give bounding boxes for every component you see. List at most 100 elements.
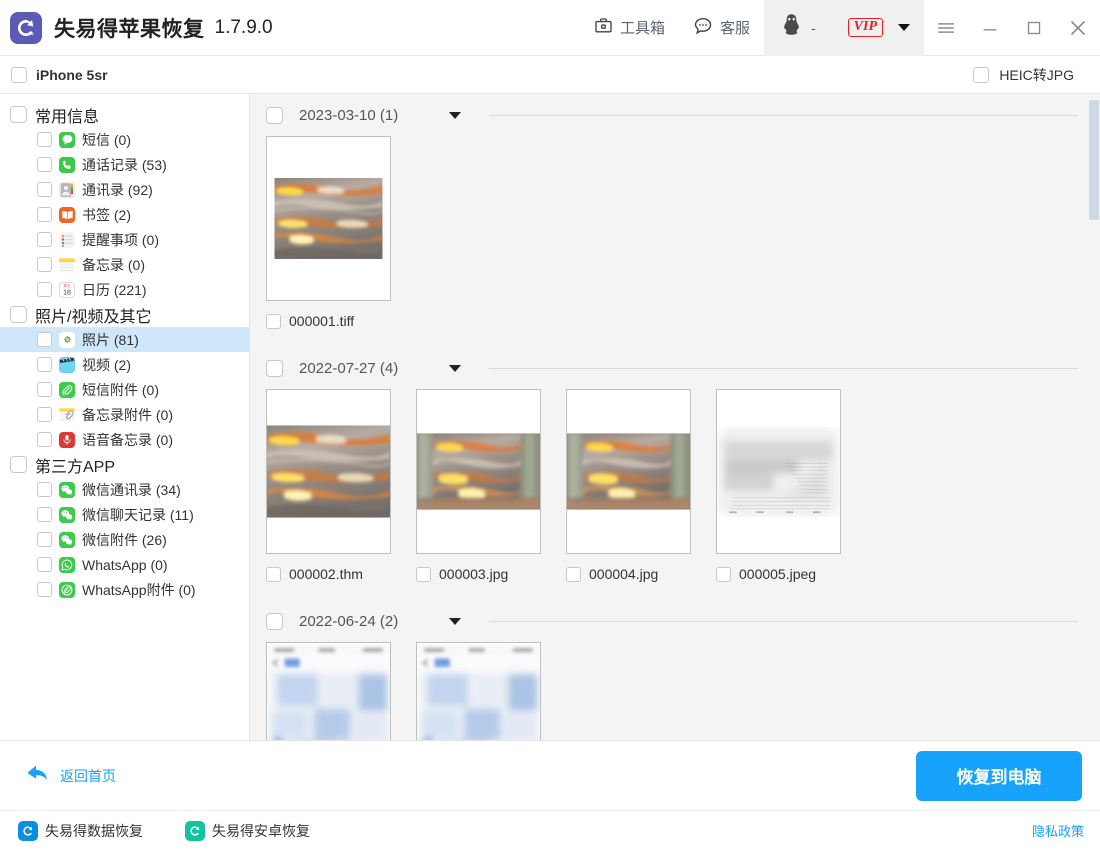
group-checkbox[interactable] xyxy=(10,106,27,123)
photo-checkbox[interactable] xyxy=(716,567,731,582)
photo-cell xyxy=(416,642,541,740)
support-label: 客服 xyxy=(720,17,750,38)
vip-badge[interactable]: VIP xyxy=(848,18,883,37)
device-checkbox[interactable] xyxy=(11,67,27,83)
photo-checkbox[interactable] xyxy=(566,567,581,582)
sidebar: 常用信息 短信 (0) 通话记录 (53) xyxy=(0,94,250,740)
contacts-icon xyxy=(59,182,75,198)
item-checkbox[interactable] xyxy=(37,207,52,222)
group-checkbox[interactable] xyxy=(10,306,27,323)
vertical-scrollbar-track[interactable] xyxy=(1088,94,1100,740)
product-link-android-recovery[interactable]: 失易得安卓恢复 xyxy=(185,821,310,841)
sidebar-item-whatsapp[interactable]: WhatsApp (0) xyxy=(0,552,249,577)
item-checkbox[interactable] xyxy=(37,407,52,422)
sidebar-item-calendar[interactable]: 周五 18 日历 (221) xyxy=(0,277,249,302)
sidebar-item-wechat-contacts[interactable]: 微信通讯录 (34) xyxy=(0,477,249,502)
toolbox-icon xyxy=(594,16,613,39)
photo-filename-row: 000001.tiff xyxy=(266,311,391,331)
item-checkbox[interactable] xyxy=(37,232,52,247)
item-label: 微信附件 (26) xyxy=(82,530,167,550)
close-icon[interactable] xyxy=(1056,0,1100,56)
sidebar-group-media[interactable]: 照片/视频及其它 xyxy=(0,302,249,327)
sidebar-item-sms-attachment[interactable]: 短信附件 (0) xyxy=(0,377,249,402)
heic-convert-group[interactable]: HEIC转JPG xyxy=(973,65,1074,85)
sidebar-item-call-history[interactable]: 通话记录 (53) xyxy=(0,152,249,177)
back-home-button[interactable]: 返回首页 xyxy=(26,762,116,789)
bookmarks-icon xyxy=(59,207,75,223)
date-group-header[interactable]: 2023-03-10 (1) xyxy=(250,98,1100,132)
group-label: 第三方APP xyxy=(35,453,115,477)
item-checkbox[interactable] xyxy=(37,282,52,297)
photo-checkbox[interactable] xyxy=(266,567,281,582)
photo-thumbnail[interactable] xyxy=(266,642,391,740)
item-checkbox[interactable] xyxy=(37,507,52,522)
back-arrow-icon xyxy=(26,762,51,789)
sidebar-item-reminders[interactable]: 提醒事项 (0) xyxy=(0,227,249,252)
device-name: iPhone 5sr xyxy=(36,67,108,83)
photo-cell: 000005.jpeg xyxy=(716,389,841,584)
chevron-down-icon[interactable] xyxy=(449,112,461,119)
group-checkbox[interactable] xyxy=(10,456,27,473)
account-panel[interactable]: - VIP xyxy=(764,0,924,56)
date-group-header[interactable]: 2022-07-27 (4) xyxy=(250,351,1100,385)
recover-to-pc-button[interactable]: 恢复到电脑 xyxy=(916,751,1082,801)
heic-convert-checkbox[interactable] xyxy=(973,67,989,83)
item-checkbox[interactable] xyxy=(37,332,52,347)
sidebar-group-thirdparty[interactable]: 第三方APP xyxy=(0,452,249,477)
support-button[interactable]: 客服 xyxy=(679,0,764,56)
photo-thumbnail[interactable] xyxy=(266,136,391,301)
chevron-down-icon[interactable] xyxy=(449,618,461,625)
photo-thumbnail[interactable] xyxy=(716,389,841,554)
photo-checkbox[interactable] xyxy=(266,314,281,329)
svg-text:18: 18 xyxy=(63,289,71,296)
caret-down-icon[interactable] xyxy=(898,24,910,31)
account-name: - xyxy=(811,20,816,36)
wechat-icon xyxy=(59,507,75,523)
date-group-checkbox[interactable] xyxy=(266,107,283,124)
photo-thumbnail[interactable] xyxy=(566,389,691,554)
minimize-icon[interactable] xyxy=(968,0,1012,56)
sidebar-item-voice-memo[interactable]: 语音备忘录 (0) xyxy=(0,427,249,452)
item-checkbox[interactable] xyxy=(37,132,52,147)
sidebar-item-wechat-attachments[interactable]: 微信附件 (26) xyxy=(0,527,249,552)
item-checkbox[interactable] xyxy=(37,182,52,197)
photo-checkbox[interactable] xyxy=(416,567,431,582)
date-group-header[interactable]: 2022-06-24 (2) xyxy=(250,604,1100,638)
sidebar-item-video[interactable]: 视频 (2) xyxy=(0,352,249,377)
chevron-down-icon[interactable] xyxy=(449,365,461,372)
date-group-checkbox[interactable] xyxy=(266,360,283,377)
maximize-icon[interactable] xyxy=(1012,0,1056,56)
item-checkbox[interactable] xyxy=(37,257,52,272)
toolbox-button[interactable]: 工具箱 xyxy=(580,0,679,56)
item-checkbox[interactable] xyxy=(37,582,52,597)
sidebar-item-contacts[interactable]: 通讯录 (92) xyxy=(0,177,249,202)
item-checkbox[interactable] xyxy=(37,532,52,547)
sms-attachment-icon xyxy=(59,382,75,398)
photo-thumbnail[interactable] xyxy=(266,389,391,554)
sidebar-item-wechat-chats[interactable]: 微信聊天记录 (11) xyxy=(0,502,249,527)
body-area: 常用信息 短信 (0) 通话记录 (53) xyxy=(0,94,1100,740)
sidebar-item-notes[interactable]: 备忘录 (0) xyxy=(0,252,249,277)
product-link-data-recovery[interactable]: 失易得数据恢复 xyxy=(18,821,143,841)
window-controls xyxy=(924,0,1100,56)
item-checkbox[interactable] xyxy=(37,357,52,372)
photo-thumbnail[interactable] xyxy=(416,389,541,554)
item-checkbox[interactable] xyxy=(37,557,52,572)
item-checkbox[interactable] xyxy=(37,157,52,172)
sidebar-group-common[interactable]: 常用信息 xyxy=(0,102,249,127)
vertical-scrollbar-thumb[interactable] xyxy=(1089,100,1099,220)
date-group-checkbox[interactable] xyxy=(266,613,283,630)
photo-thumbnail[interactable] xyxy=(416,642,541,740)
device-select-group[interactable]: iPhone 5sr xyxy=(11,67,108,83)
sidebar-item-bookmarks[interactable]: 书签 (2) xyxy=(0,202,249,227)
photo-scroll-area: 2023-03-10 (1) 000001.tiff xyxy=(250,94,1100,740)
sidebar-item-note-attachment[interactable]: 备忘录附件 (0) xyxy=(0,402,249,427)
item-checkbox[interactable] xyxy=(37,482,52,497)
item-checkbox[interactable] xyxy=(37,432,52,447)
hamburger-menu-icon[interactable] xyxy=(924,0,968,56)
sidebar-item-sms[interactable]: 短信 (0) xyxy=(0,127,249,152)
sidebar-item-whatsapp-attachments[interactable]: WhatsApp附件 (0) xyxy=(0,577,249,602)
privacy-policy-link[interactable]: 隐私政策 xyxy=(1032,821,1084,840)
sidebar-item-photos[interactable]: 照片 (81) xyxy=(0,327,249,352)
item-checkbox[interactable] xyxy=(37,382,52,397)
